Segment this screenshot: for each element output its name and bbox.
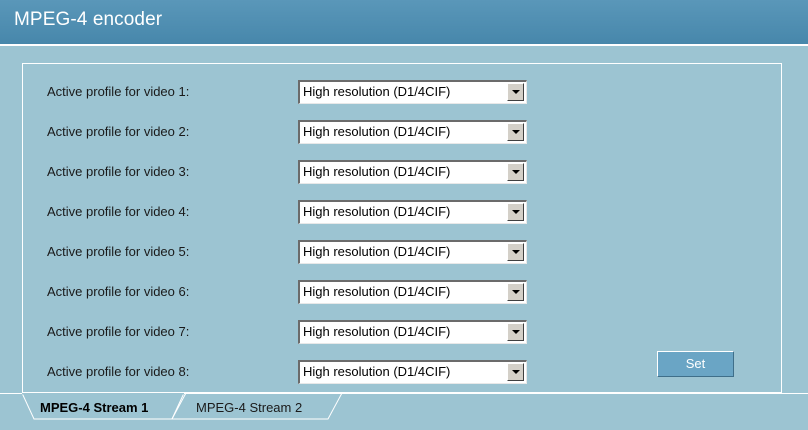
- video-2-profile-label: Active profile for video 2:: [47, 124, 190, 139]
- video-4-profile-label: Active profile for video 4:: [47, 204, 190, 219]
- video-1-profile-row: Active profile for video 1: High resolut…: [23, 80, 783, 104]
- settings-panel: Active profile for video 1: High resolut…: [22, 63, 782, 393]
- video-6-profile-row: Active profile for video 6: High resolut…: [23, 280, 783, 304]
- video-7-profile-row: Active profile for video 7: High resolut…: [23, 320, 783, 344]
- video-1-profile-label: Active profile for video 1:: [47, 84, 190, 99]
- tab-mpeg4-stream-1[interactable]: MPEG-4 Stream 1: [40, 400, 148, 415]
- video-6-profile-select[interactable]: High resolution (D1/4CIF): [298, 280, 527, 304]
- tab-mpeg4-stream-2[interactable]: MPEG-4 Stream 2: [196, 400, 302, 415]
- video-3-profile-select[interactable]: High resolution (D1/4CIF): [298, 160, 527, 184]
- video-4-profile-row: Active profile for video 4: High resolut…: [23, 200, 783, 224]
- chevron-down-icon[interactable]: [507, 243, 524, 261]
- video-2-profile-row: Active profile for video 2: High resolut…: [23, 120, 783, 144]
- chevron-down-icon[interactable]: [507, 123, 524, 141]
- video-8-profile-select[interactable]: High resolution (D1/4CIF): [298, 360, 527, 384]
- video-5-profile-value: High resolution (D1/4CIF): [303, 244, 451, 259]
- chevron-down-icon[interactable]: [507, 323, 524, 341]
- video-4-profile-value: High resolution (D1/4CIF): [303, 204, 451, 219]
- page-header: MPEG-4 encoder: [0, 0, 808, 46]
- chevron-down-icon[interactable]: [507, 83, 524, 101]
- video-7-profile-label: Active profile for video 7:: [47, 324, 190, 339]
- video-3-profile-row: Active profile for video 3: High resolut…: [23, 160, 783, 184]
- video-8-profile-value: High resolution (D1/4CIF): [303, 364, 451, 379]
- video-3-profile-value: High resolution (D1/4CIF): [303, 164, 451, 179]
- video-6-profile-value: High resolution (D1/4CIF): [303, 284, 451, 299]
- video-8-profile-label: Active profile for video 8:: [47, 364, 190, 379]
- video-5-profile-select[interactable]: High resolution (D1/4CIF): [298, 240, 527, 264]
- chevron-down-icon[interactable]: [507, 163, 524, 181]
- chevron-down-icon[interactable]: [507, 203, 524, 221]
- video-5-profile-row: Active profile for video 5: High resolut…: [23, 240, 783, 264]
- video-2-profile-value: High resolution (D1/4CIF): [303, 124, 451, 139]
- chevron-down-icon[interactable]: [507, 283, 524, 301]
- video-2-profile-select[interactable]: High resolution (D1/4CIF): [298, 120, 527, 144]
- video-5-profile-label: Active profile for video 5:: [47, 244, 190, 259]
- video-7-profile-value: High resolution (D1/4CIF): [303, 324, 451, 339]
- stream-tab-bar: MPEG-4 Stream 1 MPEG-4 Stream 2: [0, 393, 808, 430]
- video-6-profile-label: Active profile for video 6:: [47, 284, 190, 299]
- video-3-profile-label: Active profile for video 3:: [47, 164, 190, 179]
- video-4-profile-select[interactable]: High resolution (D1/4CIF): [298, 200, 527, 224]
- video-1-profile-value: High resolution (D1/4CIF): [303, 84, 451, 99]
- set-button[interactable]: Set: [657, 351, 734, 377]
- mpeg4-encoder-page: MPEG-4 encoder Active profile for video …: [0, 0, 808, 430]
- page-title: MPEG-4 encoder: [14, 9, 163, 30]
- video-7-profile-select[interactable]: High resolution (D1/4CIF): [298, 320, 527, 344]
- video-1-profile-select[interactable]: High resolution (D1/4CIF): [298, 80, 527, 104]
- chevron-down-icon[interactable]: [507, 363, 524, 381]
